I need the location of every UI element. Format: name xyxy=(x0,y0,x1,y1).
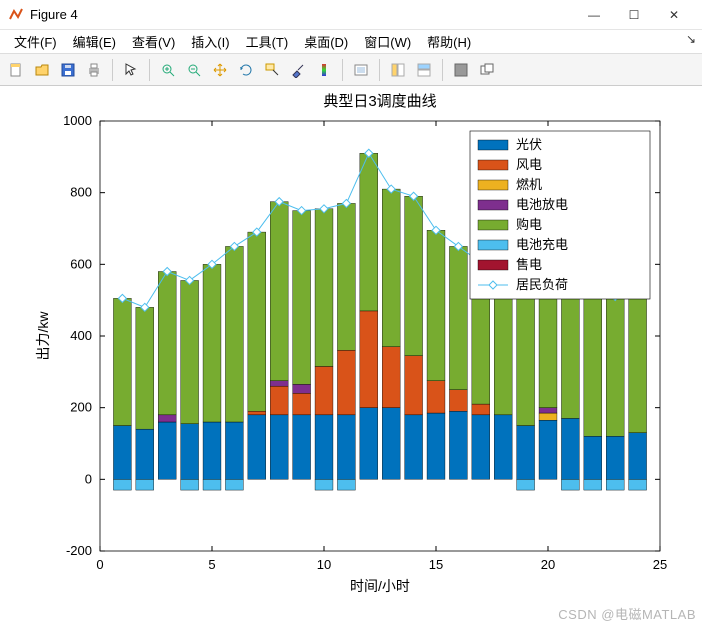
toolbar xyxy=(0,54,702,86)
menu-file[interactable]: 文件(F) xyxy=(6,30,65,53)
menu-view[interactable]: 查看(V) xyxy=(124,30,183,53)
svg-text:10: 10 xyxy=(317,557,331,572)
svg-text:风电: 风电 xyxy=(516,157,542,172)
undock-icon[interactable] xyxy=(475,58,499,82)
chart[interactable]: -200 0 200 400 600 800 1000 0 5 10 15 20 25 典型日3调度曲线时… xyxy=(0,86,702,627)
data-cursor-icon[interactable] xyxy=(260,58,284,82)
menu-window[interactable]: 窗口(W) xyxy=(356,30,419,53)
close-button[interactable]: ✕ xyxy=(654,1,694,29)
window-titlebar: Figure 4 — ☐ ✕ xyxy=(0,0,702,30)
svg-text:600: 600 xyxy=(70,256,92,271)
menu-tools[interactable]: 工具(T) xyxy=(238,30,297,53)
maximize-button[interactable]: ☐ xyxy=(614,1,654,29)
toolbar-separator xyxy=(442,59,443,81)
svg-text:时间/小时: 时间/小时 xyxy=(350,578,410,594)
svg-text:售电: 售电 xyxy=(516,257,542,272)
pointer-icon[interactable] xyxy=(119,58,143,82)
menu-desktop[interactable]: 桌面(D) xyxy=(296,30,356,53)
zoom-in-icon[interactable] xyxy=(156,58,180,82)
svg-text:典型日3调度曲线: 典型日3调度曲线 xyxy=(323,93,436,110)
dock-icon[interactable] xyxy=(449,58,473,82)
new-file-icon[interactable] xyxy=(4,58,28,82)
svg-text:-200: -200 xyxy=(66,543,92,558)
toolbar-separator xyxy=(149,59,150,81)
svg-text:出力/kw: 出力/kw xyxy=(35,311,51,361)
link-icon[interactable] xyxy=(349,58,373,82)
toolbar-separator xyxy=(112,59,113,81)
svg-text:5: 5 xyxy=(208,557,215,572)
menu-help[interactable]: 帮助(H) xyxy=(419,30,479,53)
svg-text:20: 20 xyxy=(541,557,555,572)
svg-text:燃机: 燃机 xyxy=(516,177,542,192)
svg-text:居民负荷: 居民负荷 xyxy=(516,277,568,292)
minimize-button[interactable]: — xyxy=(574,1,614,29)
zoom-out-icon[interactable] xyxy=(182,58,206,82)
pan-icon[interactable] xyxy=(208,58,232,82)
svg-text:0: 0 xyxy=(85,471,92,486)
svg-text:25: 25 xyxy=(653,557,667,572)
matlab-logo-icon xyxy=(8,7,24,23)
brush-icon[interactable] xyxy=(286,58,310,82)
svg-text:0: 0 xyxy=(96,557,103,572)
svg-text:电池充电: 电池充电 xyxy=(516,237,568,252)
svg-text:15: 15 xyxy=(429,557,443,572)
svg-text:1000: 1000 xyxy=(63,113,92,128)
menu-edit[interactable]: 编辑(E) xyxy=(65,30,124,53)
svg-text:购电: 购电 xyxy=(516,217,542,232)
rotate-icon[interactable] xyxy=(234,58,258,82)
menubar: 文件(F) 编辑(E) 查看(V) 插入(I) 工具(T) 桌面(D) 窗口(W… xyxy=(0,30,702,54)
layout1-icon[interactable] xyxy=(386,58,410,82)
toolbar-separator xyxy=(379,59,380,81)
save-icon[interactable] xyxy=(56,58,80,82)
svg-text:400: 400 xyxy=(70,328,92,343)
print-icon[interactable] xyxy=(82,58,106,82)
svg-text:800: 800 xyxy=(70,185,92,200)
toolbar-separator xyxy=(342,59,343,81)
window-title: Figure 4 xyxy=(30,7,574,22)
layout2-icon[interactable] xyxy=(412,58,436,82)
colorbar-icon[interactable] xyxy=(312,58,336,82)
svg-text:200: 200 xyxy=(70,400,92,415)
figure-area: -200 0 200 400 600 800 1000 0 5 10 15 20 25 典型日3调度曲线时… xyxy=(0,86,702,627)
open-icon[interactable] xyxy=(30,58,54,82)
menu-expand-icon[interactable]: ↘ xyxy=(686,32,696,46)
svg-text:电池放电: 电池放电 xyxy=(516,197,568,212)
menu-insert[interactable]: 插入(I) xyxy=(183,30,237,53)
svg-text:光伏: 光伏 xyxy=(516,137,542,152)
